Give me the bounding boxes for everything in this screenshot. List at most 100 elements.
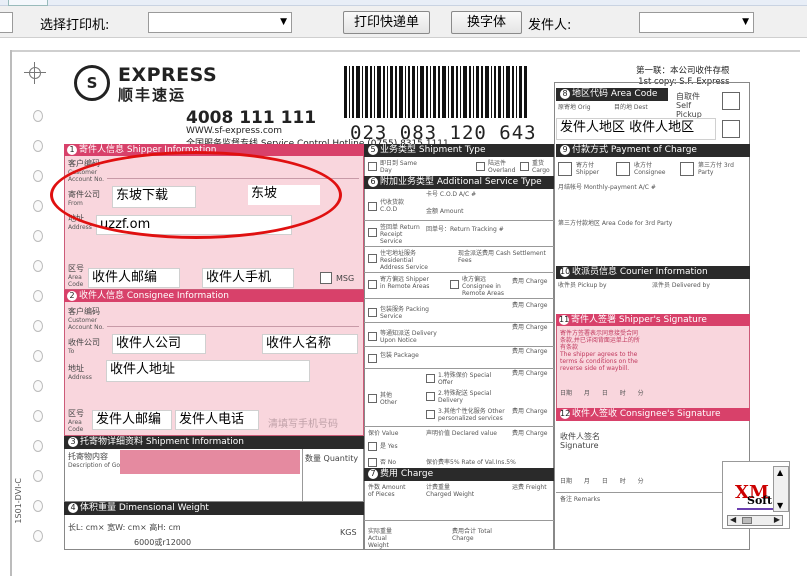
consignee-area-label-en: Area Code [68,419,84,433]
change-font-button[interactable]: 换字体 [451,11,522,34]
copy-label-cn: 第一联：本公司收件存根 [636,66,730,76]
remarks-label: 备注 Remarks [560,496,601,503]
residential-checkbox[interactable] [368,254,377,263]
logo-text-en: EXPRESS [118,64,218,86]
feed-hole [33,170,43,182]
special-offer-label: 1.特殊保价 Special Offer [438,372,492,386]
special-delivery-checkbox[interactable] [426,392,435,401]
third-area-label: 第三方付款地区 Area Code for 3rd Party [558,220,673,227]
scroll-down-icon[interactable]: ▼ [777,501,783,510]
msg-checkbox[interactable] [320,272,332,284]
charge-label-5: 费用 Charge [512,370,548,377]
waybill: S EXPRESS 顺丰速运 4008 111 111 WWW.sf-expre… [62,58,750,552]
feed-hole [33,350,43,362]
shipper-date-row: 日期 月 日 时 分 [560,390,644,397]
address-label-en: Address [68,224,92,231]
barcode-number: 023 083 120 643 [350,122,537,144]
pickup-by-label: 收件员 Pickup by [558,282,607,289]
contents-notice [120,450,300,474]
special-offer-checkbox[interactable] [426,374,435,383]
xm-underline [737,508,777,510]
website: WWW.sf-express.com [186,126,283,136]
registration-mark-icon [24,62,46,84]
horizontal-scrollbar[interactable]: ◀ ▶ [727,515,783,526]
sender-label: 发件人: [528,18,572,33]
remote-shipper-checkbox[interactable] [368,280,377,289]
consignee-header: 2 收件人信息 Consignee Information [64,290,364,302]
printer-select[interactable]: ▼ [148,12,292,33]
viewer-left-border [10,50,12,576]
to-label-en: To [68,348,75,355]
payment-consignee-checkbox[interactable] [616,162,630,176]
shipper-terms: 寄件方签署表示同意接受合同条款,并已详阅背面运单上的所有条款 The shipp… [560,330,640,372]
dims-label: 长L: cm× 宽W: cm× 高H: cm [68,523,181,532]
other-checkbox[interactable] [368,394,377,403]
return-receipt-checkbox[interactable] [368,228,377,237]
feed-hole [33,500,43,512]
recipient-zip-field[interactable]: 收件人邮编 [88,268,180,288]
same-day-label: 即日到 Same Day [380,160,417,174]
insured-yes-checkbox[interactable] [368,442,377,451]
cod-amount-label: 金额 Amount [426,208,464,215]
area-code-label-en: Area Code [68,274,84,288]
scroll-right-icon[interactable]: ▶ [774,515,780,524]
insured-no-checkbox[interactable] [368,458,377,467]
remote-consignee-label: 收方偏远 Consignee in Remote Areas [462,276,504,297]
package-checkbox[interactable] [368,354,377,363]
overland-label: 陆运件 Overland [488,160,516,174]
additional-header: 6 附加业务类型 Additional Service Type [364,176,554,189]
freight-label: 运费 Freight [512,484,547,491]
other-label: 其他 Other [380,392,398,406]
scroll-up-icon[interactable]: ▲ [777,468,783,477]
scroll-thumb[interactable] [742,517,752,524]
sender-select[interactable]: ▼ [639,12,754,33]
self-pickup-checkbox[interactable] [722,92,740,110]
shipment-header: 3 托寄物详细资料 Shipment Information [64,436,364,449]
personalized-checkbox[interactable] [426,410,435,419]
kgs-label: KGS [340,528,357,537]
area-code-label: 区号 [68,264,84,273]
total-charge-label: 费用合计 Total Charge [452,528,492,542]
delivery-notice-checkbox[interactable] [368,332,377,341]
recipient-address-field[interactable]: 收件人地址 [106,360,310,382]
same-day-checkbox[interactable] [368,162,377,171]
feed-hole [33,530,43,542]
insured-value-label: 保价 Value [368,430,399,437]
payment-3rd-label: 第三方付 3rd Party [698,162,734,176]
area-code-field[interactable]: 发件人地区 收件人地区 [556,118,716,140]
recipient-name-field[interactable]: 收件人名称 [262,334,358,354]
recipient-phone-field[interactable]: 收件人手机 [202,268,294,288]
delivery-notice-label: 等通知派送 Delivery Upon Notice [380,330,437,344]
print-waybill-button[interactable]: 打印快递单 [343,11,430,34]
left-input-stub[interactable] [0,12,13,33]
shipper-sig-header: 11 寄件人签署 Shipper's Signature [556,314,750,326]
consignee-address-label: 地址 [68,364,84,373]
cargo-checkbox[interactable] [520,162,529,171]
origin-label: 原寄地 Orig [558,104,591,111]
charge-header: 7 费用 Charge [364,468,554,481]
remote-consignee-checkbox[interactable] [450,280,459,289]
sender-zip-field[interactable]: 发件人邮编 [92,410,172,430]
recipient-company-field[interactable]: 收件人公司 [112,334,206,354]
payment-shipper-checkbox[interactable] [558,162,572,176]
payment-consignee-label: 收方付 Consignee [634,162,666,176]
overland-checkbox[interactable] [476,162,485,171]
area-extra-checkbox[interactable] [722,120,740,138]
feed-hole [33,320,43,332]
consignee-customer-no-label: 客户编码 [68,307,100,316]
self-pickup-label: 自取件 Self Pickup [676,92,702,119]
consignee-customer-no-label-en: Customer Account No. [68,317,105,331]
courier-header: 10 收派员信息 Courier Information [556,266,750,279]
sender-phone-field[interactable]: 发件人电话 [175,410,259,430]
dims-divisor: 6000或r12000 [134,538,192,547]
charge-label-2: 费用 Charge [512,302,548,309]
hotline: 4008 111 111 [186,108,317,128]
packing-checkbox[interactable] [368,308,377,317]
payment-3rd-checkbox[interactable] [680,162,694,176]
cod-checkbox[interactable] [368,202,377,211]
to-label: 收件公司 [68,338,100,347]
cod-label: 代收货款 C.O.D [380,199,405,213]
vertical-scrollbar[interactable]: ▲ ▼ [773,466,789,512]
personalized-label: 3.其他个性化服务 Other personalized services [438,408,505,422]
scroll-left-icon[interactable]: ◀ [730,515,736,524]
